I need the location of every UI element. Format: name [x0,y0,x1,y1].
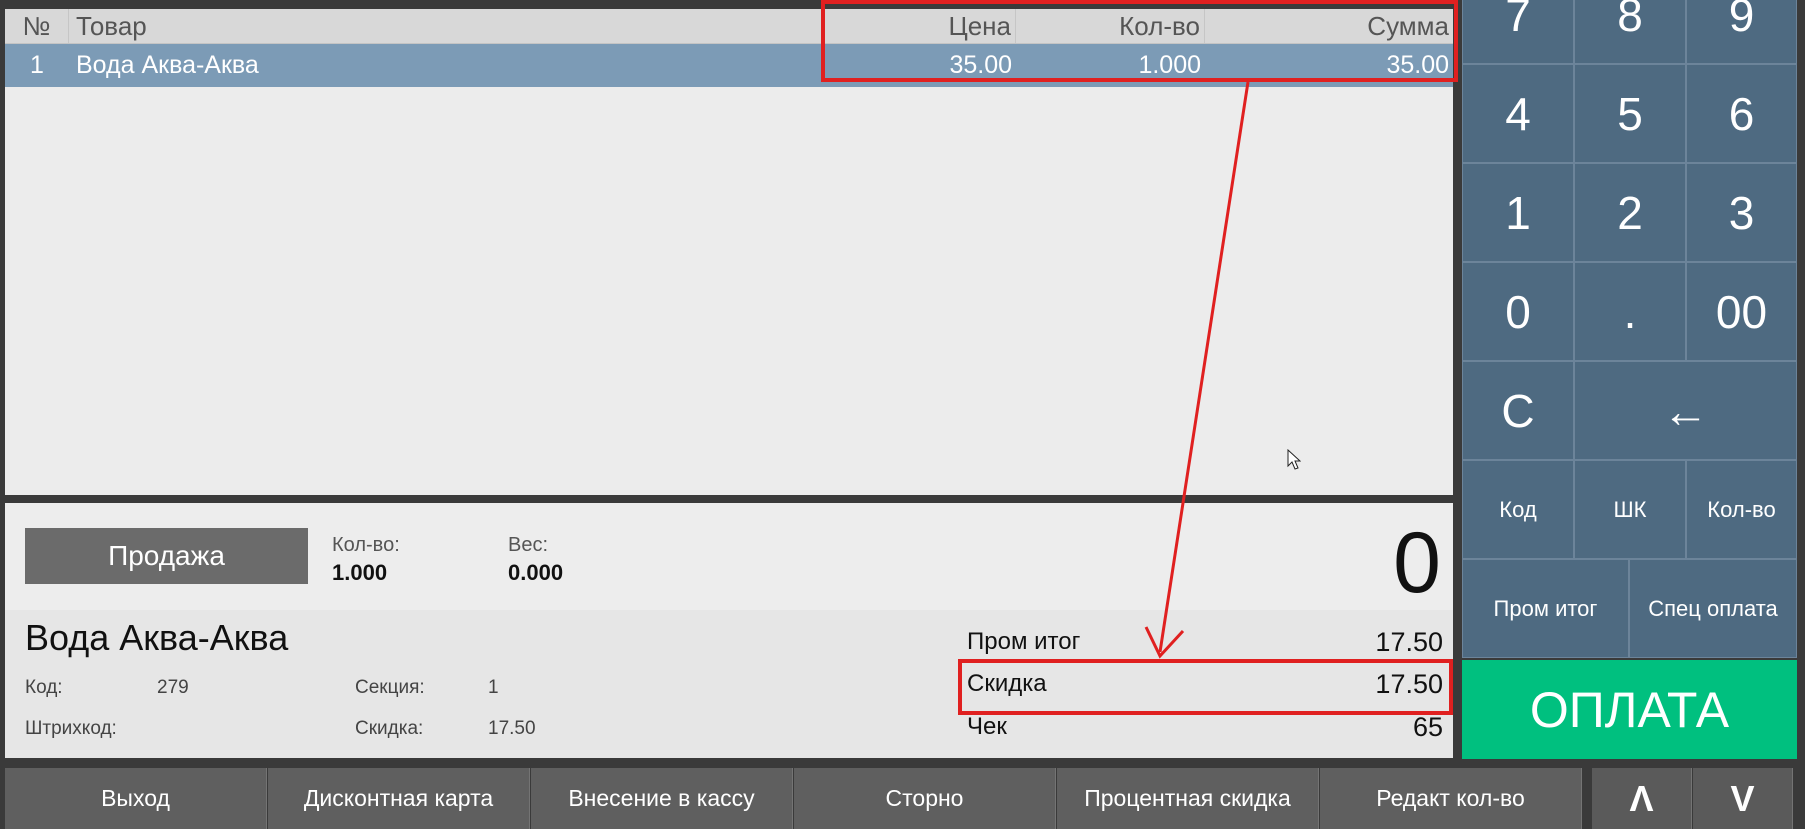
edit-quantity-button[interactable]: Редакт кол-во [1320,768,1582,829]
section-label: Секция: [355,677,425,698]
qty-label: Кол-во: [332,534,400,556]
mouse-cursor-icon [1287,449,1301,470]
subtotal-button[interactable]: Пром итог [1462,559,1629,658]
percent-discount-button[interactable]: Процентная скидка [1057,768,1319,829]
barcode-button[interactable]: ШК [1574,460,1686,559]
cash-in-button[interactable]: Внесение в кассу [531,768,793,829]
exit-button[interactable]: Выход [5,768,267,829]
qty-value: 1.000 [332,560,388,585]
display-value: 0 [1393,515,1441,611]
weight-value: 0.000 [508,560,564,585]
scroll-up-icon[interactable]: Λ [1592,768,1692,829]
discount-label: Скидка: [355,718,424,739]
code-value: 279 [157,677,189,698]
key-6[interactable]: 6 [1686,64,1797,163]
discount-value: 17.50 [488,718,536,739]
discount-card-button[interactable]: Дисконтная карта [268,768,530,829]
key-5[interactable]: 5 [1574,64,1686,163]
pay-button[interactable]: ОПЛАТА [1462,660,1797,759]
storno-button[interactable]: Сторно [794,768,1056,829]
key-4[interactable]: 4 [1462,64,1574,163]
weight-label: Вес: [508,534,549,556]
key-double-zero[interactable]: 00 [1686,262,1797,361]
sale-mode-button[interactable]: Продажа [25,528,308,584]
info-panel: Продажа Кол-во: 1.000 Вес: 0.000 0 Вода … [5,503,1453,758]
code-button[interactable]: Код [1462,460,1574,559]
subtotal-row: Пром итог 17.50 [963,623,1449,661]
annotation-highlight-row [821,0,1458,82]
row-product-name: Вода Аква-Аква [76,51,259,79]
key-decimal[interactable]: . [1574,262,1686,361]
key-7[interactable]: 7 [1462,0,1574,64]
keypad: 7 8 9 4 5 6 1 2 3 0 . 00 C ← Код ШК Кол-… [1462,0,1797,760]
key-3[interactable]: 3 [1686,163,1797,262]
key-8[interactable]: 8 [1574,0,1686,64]
special-payment-button[interactable]: Спец оплата [1629,559,1797,658]
header-number: № [5,9,69,43]
subtotal-label: Пром итог [967,628,1081,655]
key-1[interactable]: 1 [1462,163,1574,262]
code-label: Код: [25,677,63,698]
bottom-toolbar: Выход Дисконтная карта Внесение в кассу … [0,768,1805,829]
row-number: 1 [30,51,44,79]
header-product: Товар [72,9,822,43]
section-value: 1 [488,677,499,698]
key-9[interactable]: 9 [1686,0,1797,64]
subtotal-value: 17.50 [1375,627,1443,657]
scroll-down-icon[interactable]: V [1693,768,1793,829]
quantity-button[interactable]: Кол-во [1686,460,1797,559]
annotation-highlight-discount [958,659,1453,715]
backspace-icon[interactable]: ← [1574,361,1797,460]
product-name: Вода Аква-Аква [25,617,289,658]
key-clear[interactable]: C [1462,361,1574,460]
barcode-label: Штрихкод: [25,718,117,739]
key-0[interactable]: 0 [1462,262,1574,361]
key-2[interactable]: 2 [1574,163,1686,262]
